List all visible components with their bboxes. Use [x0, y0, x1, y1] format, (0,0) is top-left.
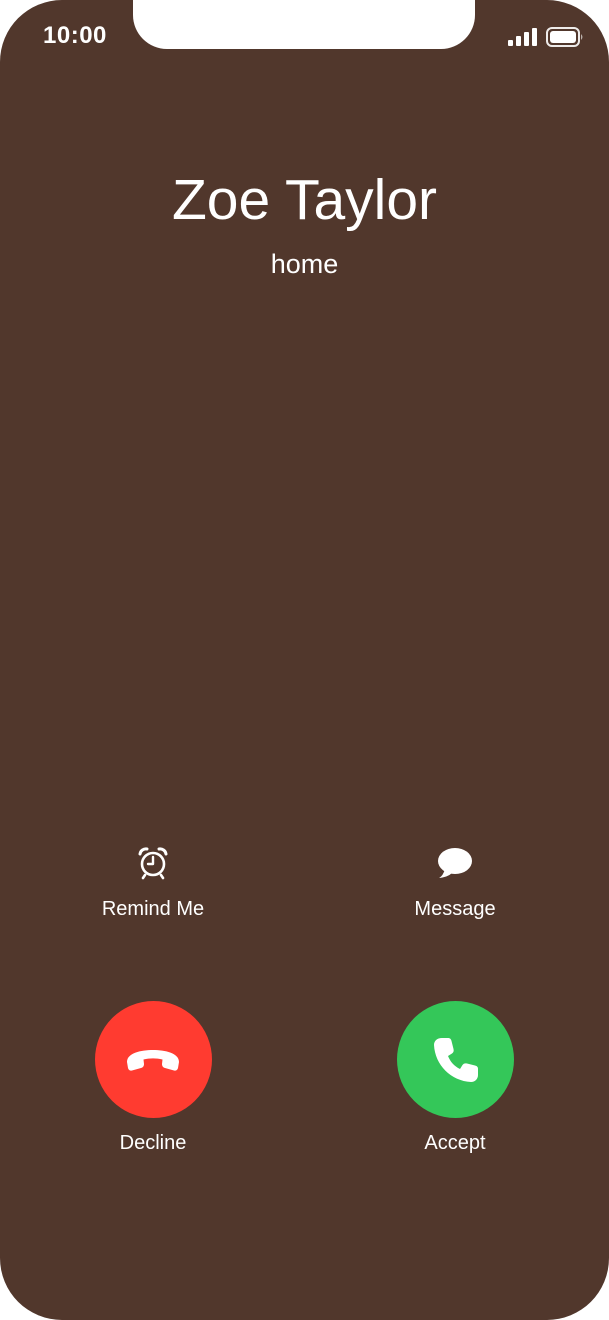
- remind-me-label: Remind Me: [101, 898, 205, 920]
- caller-name: Zoe Taylor: [171, 168, 438, 232]
- alarm-clock-icon: [138, 847, 168, 880]
- battery-icon: [546, 27, 583, 47]
- phone-icon: [434, 1037, 478, 1082]
- decline-label: Decline: [119, 1132, 187, 1154]
- hang-up-icon: [127, 1049, 179, 1071]
- notch: [133, 0, 475, 49]
- decline-button[interactable]: Decline: [53, 1001, 253, 1156]
- accept-circle[interactable]: [396, 1001, 514, 1118]
- accept-label: Accept: [424, 1132, 486, 1154]
- message-label: Message: [414, 898, 496, 920]
- remind-me-button[interactable]: Remind Me: [53, 846, 253, 922]
- message-button[interactable]: Message: [355, 846, 555, 922]
- incoming-call-screen: 10:00 Zoe Taylor home Remind Me Message: [0, 0, 609, 1320]
- caller-number-label: home: [270, 249, 339, 279]
- status-time: 10:00: [43, 22, 107, 49]
- message-bubble-icon: [438, 848, 472, 878]
- cellular-signal-icon: [508, 28, 537, 46]
- accept-button[interactable]: Accept: [355, 1001, 555, 1156]
- decline-circle[interactable]: [94, 1001, 212, 1118]
